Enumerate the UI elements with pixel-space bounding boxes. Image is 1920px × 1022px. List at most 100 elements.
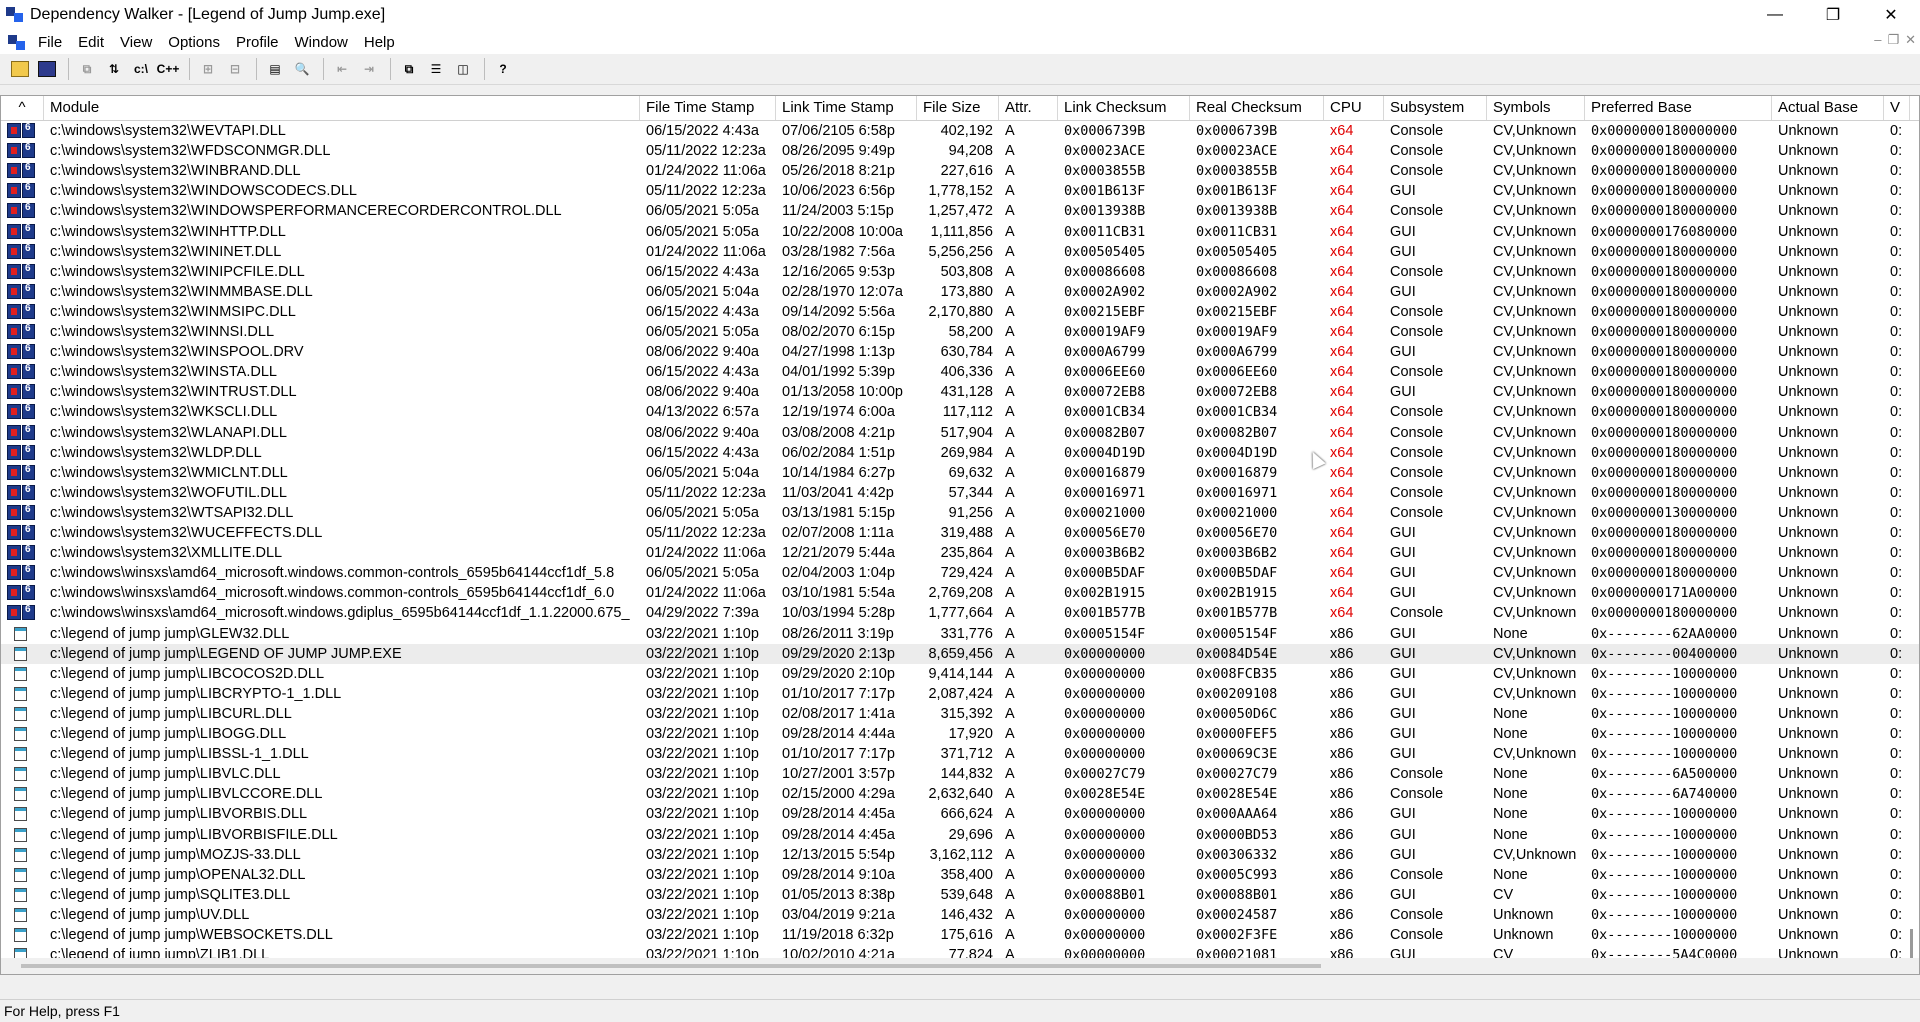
column-header-file-time-stamp[interactable]: File Time Stamp [640,96,776,120]
mdi-close-button[interactable]: ✕ [1905,32,1916,48]
restore-button[interactable]: ❐ [1804,0,1862,30]
module-row[interactable]: c:\windows\system32\WMICLNT.DLL 06/05/202… [1,463,1919,483]
module-row[interactable]: c:\windows\system32\WUCEFFECTS.DLL 05/11/… [1,523,1919,543]
cell-preferred-base: 0x--------10000000 [1591,726,1738,742]
column-header-file-size[interactable]: File Size [917,96,999,120]
find-button[interactable]: 🔍 [290,57,314,81]
properties-button[interactable]: ▤ [263,57,287,81]
column-header-version[interactable]: V [1884,96,1910,120]
module-row[interactable]: c:\legend of jump jump\LIBCURL.DLL 03/22/… [1,704,1919,724]
menu-options[interactable]: Options [160,34,228,51]
module-row[interactable]: c:\windows\system32\WTSAPI32.DLL 06/05/20… [1,503,1919,523]
module-row[interactable]: c:\windows\system32\WINMSIPC.DLL 06/15/20… [1,302,1919,322]
menu-window[interactable]: Window [287,34,356,51]
help-button[interactable]: ? [491,57,515,81]
tree-button[interactable]: ⇅ [102,57,126,81]
column-header-attributes[interactable]: Attr. [999,96,1058,120]
cell-preferred-base: 0x0000000180000000 [1591,404,1738,421]
document-window-icon[interactable] [8,35,26,50]
collapse-button[interactable]: ⊟ [223,57,247,81]
module-row[interactable]: c:\windows\winsxs\amd64_microsoft.window… [1,583,1919,603]
module-row[interactable]: c:\windows\system32\WINMMBASE.DLL 06/05/2… [1,282,1919,302]
mdi-restore-button[interactable]: ❐ [1887,32,1899,48]
module-row[interactable]: c:\windows\system32\WINIPCFILE.DLL 06/15/… [1,262,1919,282]
module-row[interactable]: c:\legend of jump jump\LIBVORBISFILE.DLL… [1,825,1919,845]
copy-button[interactable]: ⧉ [75,57,99,81]
module-row[interactable]: c:\windows\winsxs\amd64_microsoft.window… [1,603,1919,623]
cell-actual-base: Unknown [1778,183,1839,200]
module-row[interactable]: c:\legend of jump jump\UV.DLL 03/22/2021 … [1,905,1919,925]
module-row[interactable]: c:\legend of jump jump\LIBVORBIS.DLL 03/2… [1,804,1919,824]
full-paths-button[interactable]: c:\ [129,57,153,81]
cell-file-size: 235,864 [940,545,993,562]
open-folder-button[interactable] [8,57,32,81]
menu-help[interactable]: Help [356,34,403,51]
module-64bit-error-icon [7,464,37,481]
vertical-scrollbar[interactable] [1905,121,1919,965]
module-row[interactable]: c:\windows\system32\WOFUTIL.DLL 05/11/202… [1,483,1919,503]
save-button[interactable] [35,57,59,81]
module-row[interactable]: c:\windows\system32\WINNSI.DLL 06/05/2021… [1,322,1919,342]
menu-view[interactable]: View [112,34,160,51]
module-row[interactable]: c:\legend of jump jump\LIBVLC.DLL 03/22/2… [1,764,1919,784]
module-row[interactable]: c:\legend of jump jump\LIBSSL-1_1.DLL 03/… [1,744,1919,764]
module-row[interactable]: c:\windows\system32\WINHTTP.DLL 06/05/202… [1,222,1919,242]
cell-symbols: CV,Unknown [1493,504,1577,521]
module-row[interactable]: c:\windows\system32\WINDOWSPERFORMANCERE… [1,201,1919,221]
module-row[interactable]: c:\windows\system32\WINBRAND.DLL 01/24/20… [1,161,1919,181]
module-row[interactable]: c:\windows\system32\WINTRUST.DLL 08/06/20… [1,382,1919,402]
column-header-module[interactable]: Module [44,96,640,120]
module-row[interactable]: c:\legend of jump jump\LIBCRYPTO-1_1.DLL… [1,684,1919,704]
horizontal-scroll-thumb[interactable] [21,964,1321,968]
minimize-button[interactable]: — [1746,0,1804,30]
mdi-minimize-button[interactable]: – [1874,32,1881,48]
module-row[interactable]: c:\windows\system32\WLANAPI.DLL 08/06/202… [1,423,1919,443]
cell-file-time-stamp: 05/11/2022 12:23a [646,183,766,200]
sort-indicator-header[interactable]: ^ [1,96,44,120]
module-row[interactable]: c:\windows\system32\WINSPOOL.DRV 08/06/20… [1,342,1919,362]
menu-edit[interactable]: Edit [70,34,112,51]
cell-file-time-stamp: 06/05/2021 5:05a [646,324,759,340]
module-row[interactable]: c:\windows\system32\WINDOWSCODECS.DLL 05/… [1,181,1919,201]
close-button[interactable]: ✕ [1862,0,1920,30]
cell-subsystem: Console [1390,364,1444,381]
module-row[interactable]: c:\windows\system32\WLDP.DLL 06/15/2022 4… [1,443,1919,463]
module-row[interactable]: c:\windows\system32\WININET.DLL 01/24/202… [1,242,1919,262]
module-row[interactable]: c:\legend of jump jump\LIBOGG.DLL 03/22/2… [1,724,1919,744]
menu-profile[interactable]: Profile [228,34,287,51]
horizontal-scrollbar[interactable] [1,958,1919,974]
module-row[interactable]: c:\windows\winsxs\amd64_microsoft.window… [1,563,1919,583]
cell-attributes: A [1005,665,1015,682]
module-row[interactable]: c:\legend of jump jump\GLEW32.DLL 03/22/2… [1,624,1919,644]
module-row[interactable]: c:\legend of jump jump\LIBVLCCORE.DLL 03/… [1,784,1919,804]
cascade-button[interactable]: ⧉ [397,57,421,81]
cell-file-size: 57,344 [948,484,993,501]
column-header-symbols[interactable]: Symbols [1487,96,1585,120]
module-row[interactable]: c:\windows\system32\WKSCLI.DLL 04/13/2022… [1,402,1919,422]
tile-vertical-button[interactable]: ◫ [451,57,475,81]
menu-file[interactable]: File [30,34,70,51]
auto-expand-button[interactable]: ⊞ [196,57,220,81]
module-row[interactable]: c:\legend of jump jump\WEBSOCKETS.DLL 03/… [1,925,1919,945]
module-row[interactable]: c:\windows\system32\WINSTA.DLL 06/15/2022… [1,362,1919,382]
next-button[interactable]: ⇥ [357,57,381,81]
module-row[interactable]: c:\legend of jump jump\LIBCOCOS2D.DLL 03/… [1,664,1919,684]
previous-button[interactable]: ⇤ [330,57,354,81]
module-row[interactable]: c:\windows\system32\XMLLITE.DLL 01/24/202… [1,543,1919,563]
column-header-link-time-stamp[interactable]: Link Time Stamp [776,96,917,120]
column-header-cpu[interactable]: CPU [1324,96,1384,120]
column-header-preferred-base[interactable]: Preferred Base [1585,96,1772,120]
module-row[interactable]: c:\legend of jump jump\LEGEND OF JUMP JU… [1,643,1919,664]
dependency-walker-app-icon[interactable] [6,7,24,23]
undecorate-button[interactable]: C++ [156,57,180,81]
column-header-real-checksum[interactable]: Real Checksum [1190,96,1324,120]
module-row[interactable]: c:\legend of jump jump\SQLITE3.DLL 03/22/… [1,885,1919,905]
column-header-link-checksum[interactable]: Link Checksum [1058,96,1190,120]
module-row[interactable]: c:\legend of jump jump\OPENAL32.DLL 03/22… [1,865,1919,885]
module-row[interactable]: c:\legend of jump jump\MOZJS-33.DLL 03/22… [1,845,1919,865]
module-row[interactable]: c:\windows\system32\WEVTAPI.DLL 06/15/202… [1,121,1919,141]
tile-horizontal-button[interactable]: ☰ [424,57,448,81]
column-header-actual-base[interactable]: Actual Base [1772,96,1884,120]
column-header-subsystem[interactable]: Subsystem [1384,96,1487,120]
module-row[interactable]: c:\windows\system32\WFDSCONMGR.DLL 05/11/… [1,141,1919,161]
